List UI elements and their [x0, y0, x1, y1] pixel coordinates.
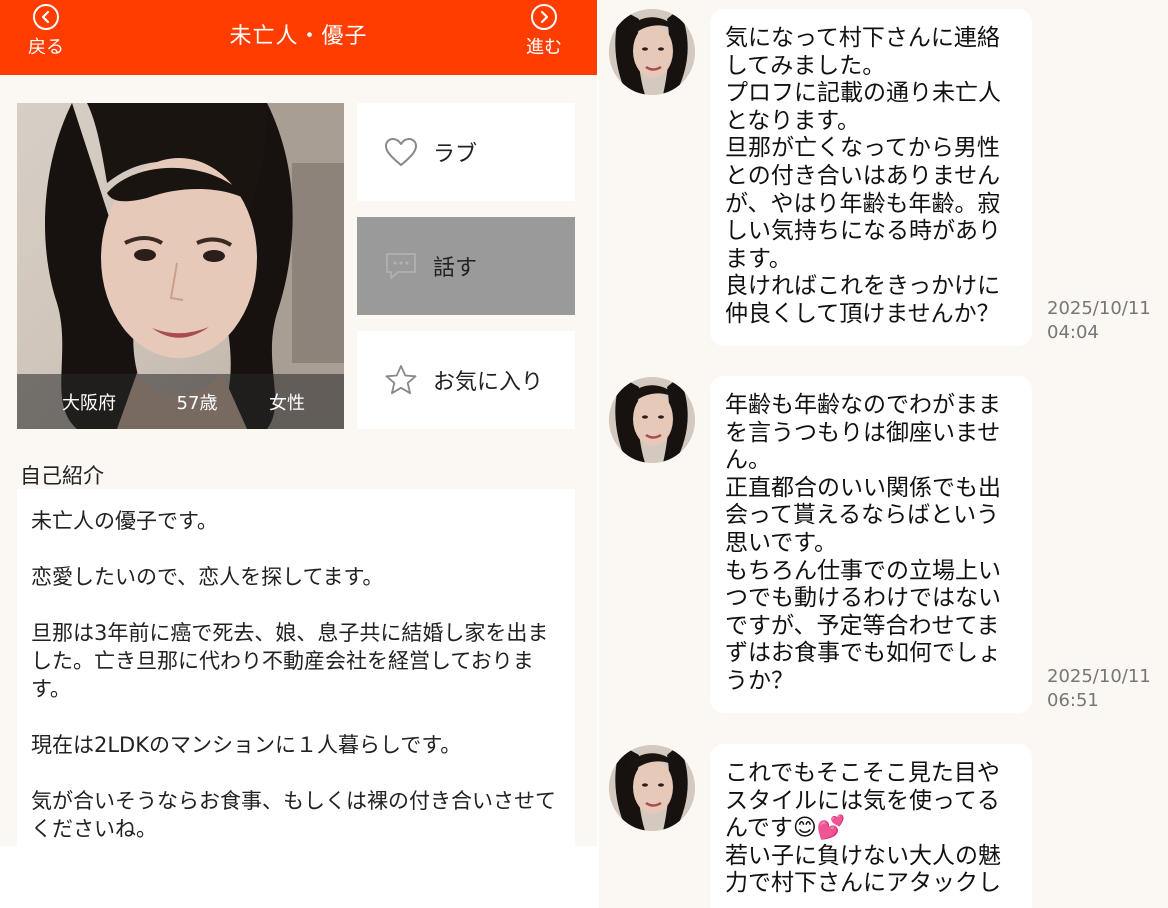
message-timestamp: 2025/10/11 06:51 [1047, 665, 1151, 713]
message-timestamp: 2025/10/11 04:04 [1047, 297, 1151, 345]
message-bubble: 気になって村下さんに連絡してみました。 プロフに記載の通り未亡人となります。 旦… [710, 9, 1032, 346]
avatar-image [609, 377, 695, 463]
forward-label: 進む [526, 37, 562, 58]
avatar[interactable] [609, 9, 695, 95]
message-time: 04:04 [1047, 322, 1099, 343]
chevron-right-icon [531, 4, 557, 30]
favorite-label: お気に入り [433, 370, 544, 395]
avatar-image [609, 9, 695, 95]
bottom-area [0, 846, 597, 908]
profile-info-bar: 大阪府 57歳 女性 [17, 374, 344, 429]
age: 57歳 [176, 392, 218, 414]
intro-text: 未亡人の優子です。 恋愛したいので、恋人を探してます。 旦那は3年前に癌で死去、… [17, 489, 575, 849]
intro-heading: 自己紹介 [20, 464, 104, 488]
message-bubble: これでもそこそこ見た目やスタイルには気を使ってるんです😊💕 若い子に負けない大人… [710, 744, 1032, 908]
talk-button[interactable]: 話す [357, 217, 575, 315]
gender: 女性 [269, 392, 305, 414]
heart-icon [383, 134, 419, 170]
chat-panel: 気になって村下さんに連絡してみました。 プロフに記載の通り未亡人となります。 旦… [599, 0, 1168, 908]
profile-panel: 戻る 未亡人・優子 進む 大阪府 57歳 女性 ラブ 話す お気に入り 自己紹介… [0, 0, 597, 908]
favorite-button[interactable]: お気に入り [357, 331, 575, 429]
message-date: 2025/10/11 [1047, 666, 1151, 687]
love-label: ラブ [433, 142, 478, 167]
message-time: 06:51 [1047, 690, 1099, 711]
message-bubble: 年齢も年齢なのでわがままを言うつもりは御座いません。 正直都合のいい関係でも出会… [710, 376, 1032, 713]
talk-label: 話す [433, 256, 478, 281]
star-icon [383, 362, 419, 398]
avatar[interactable] [609, 745, 695, 831]
love-button[interactable]: ラブ [357, 103, 575, 201]
forward-button[interactable]: 進む [514, 4, 574, 59]
message-date: 2025/10/11 [1047, 298, 1151, 319]
profile-photo[interactable]: 大阪府 57歳 女性 [17, 103, 344, 429]
prefecture: 大阪府 [62, 392, 116, 414]
avatar[interactable] [609, 377, 695, 463]
app-header: 戻る 未亡人・優子 進む [0, 0, 597, 75]
page-title: 未亡人・優子 [229, 24, 368, 49]
avatar-image [609, 745, 695, 831]
chat-icon [383, 248, 419, 284]
